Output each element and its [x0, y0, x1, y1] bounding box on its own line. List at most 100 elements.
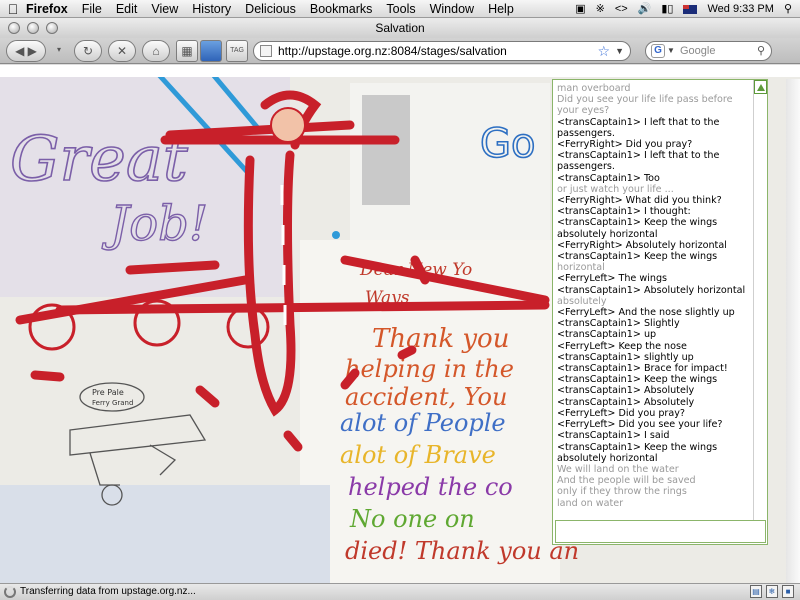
clock[interactable]: Wed 9:33 PM — [707, 0, 773, 18]
chat-line: <transCaptain1> Keep the wings — [557, 251, 718, 263]
chat-line: We will land on the water — [557, 463, 679, 475]
chat-line: <transCaptain1> up — [557, 329, 657, 341]
chat-line: <transCaptain1> I left that to the passe… — [557, 150, 720, 173]
url-text[interactable]: http://upstage.org.nz:8084/stages/salvat… — [278, 44, 507, 58]
chat-scrollbar[interactable] — [753, 80, 767, 520]
chat-line: <FerryLeft> Did you pray? — [557, 407, 686, 419]
drawing-text-no-one: No one on — [349, 505, 475, 533]
chat-line: or just watch your life ... — [557, 183, 674, 195]
reload-button[interactable]: ↻ — [74, 40, 102, 62]
close-window-button[interactable] — [8, 22, 20, 34]
google-search-engine-icon[interactable]: G — [651, 44, 665, 58]
chat-input[interactable] — [556, 521, 765, 542]
menu-delicious[interactable]: Delicious — [245, 2, 296, 16]
page-scrollbar[interactable] — [786, 79, 800, 583]
bookmark-sidebar-icon[interactable]: ▦ — [176, 40, 198, 62]
blue-dot — [332, 231, 340, 239]
spotlight-icon[interactable]: ⚲ — [784, 0, 792, 18]
chat-line: absolutely — [557, 295, 607, 307]
menu-app-name[interactable]: Firefox — [26, 2, 68, 16]
addon-icon[interactable]: ■ — [782, 585, 794, 598]
drawing-text-accident: accident, You — [345, 383, 507, 411]
menu-tools[interactable]: Tools — [386, 2, 415, 16]
navigation-toolbar: ◀ ▶ ▾ ↻ ✕ ⌂ ▦ TAG http://upstage.org.nz:… — [0, 38, 800, 64]
chat-line: <transCaptain1> Too — [557, 172, 660, 184]
menu-window[interactable]: Window — [430, 2, 474, 16]
url-bar[interactable]: http://upstage.org.nz:8084/stages/salvat… — [253, 41, 631, 61]
chat-line: <transCaptain1> Brace for impact! — [557, 363, 728, 375]
bluetooth-icon[interactable]: ※ — [596, 0, 605, 18]
window-titlebar: Salvation — [0, 18, 800, 38]
drawing-text-alot-people: alot of People — [340, 409, 506, 437]
keyboard-flag-icon[interactable] — [683, 4, 698, 14]
page-top-strip — [0, 65, 800, 77]
drawing-text-go: Go — [480, 121, 535, 167]
chat-line: horizontal — [557, 262, 605, 274]
menu-file[interactable]: File — [82, 2, 102, 16]
drawing-text-helped: helped the co — [348, 473, 513, 501]
status-icons: ▤ ❄ ■ — [750, 585, 794, 598]
chat-line: <FerryRight> Absolutely horizontal — [557, 239, 727, 251]
chat-input-box[interactable] — [555, 520, 766, 543]
back-button[interactable]: ◀ ▶ — [6, 40, 46, 62]
apple-menu-icon[interactable]:  — [0, 0, 26, 18]
battery-icon[interactable]: ▮▯ — [661, 0, 673, 18]
chat-panel: man overboard Did you see your life life … — [552, 79, 768, 545]
drawing-text-alot-brave: alot of Brave — [340, 441, 496, 469]
volume-icon[interactable]: 🔊 — [638, 0, 652, 18]
menu-bookmarks[interactable]: Bookmarks — [310, 2, 373, 16]
home-button[interactable]: ⌂ — [142, 40, 170, 62]
page-icon — [260, 45, 272, 57]
chat-line: <transCaptain1> Absolutely horizontal — [557, 284, 746, 296]
chat-line: <FerryLeft> And the nose slightly up — [557, 307, 735, 319]
chat-line: <transCaptain1> I thought: — [557, 206, 691, 218]
sketch-sign-text: Pre Pale — [92, 388, 124, 397]
stop-button[interactable]: ✕ — [108, 40, 136, 62]
chat-line: <FerryRight> What did you think? — [557, 195, 722, 207]
chat-line: man overboard — [557, 83, 631, 94]
menu-extras: ▣ ※ <> 🔊 ▮▯ Wed 9:33 PM ⚲ — [575, 0, 792, 18]
backdrop-blue-paper — [0, 485, 330, 583]
chat-line: <FerryLeft> Keep the nose — [557, 340, 687, 352]
search-placeholder[interactable]: Google — [680, 45, 715, 57]
tag-icon[interactable]: TAG — [226, 40, 248, 62]
menu-view[interactable]: View — [151, 2, 178, 16]
history-dropdown-icon[interactable]: ▾ — [54, 40, 64, 62]
bookmark-star-icon[interactable]: ☆ — [597, 42, 610, 60]
search-engine-dropdown-icon[interactable]: ▼ — [667, 42, 675, 60]
minimize-window-button[interactable] — [27, 22, 39, 34]
status-bar: Transferring data from upstage.org.nz...… — [0, 583, 800, 600]
chat-line: <transCaptain1> Absolutely — [557, 385, 695, 397]
window-title: Salvation — [375, 21, 425, 35]
menu-history[interactable]: History — [192, 2, 231, 16]
delicious-icon[interactable] — [200, 40, 222, 62]
zoom-window-button[interactable] — [46, 22, 58, 34]
chat-log: man overboard Did you see your life life … — [557, 83, 755, 519]
chat-line: land on water — [557, 497, 624, 509]
url-dropdown-icon[interactable]: ▼ — [615, 42, 624, 60]
sketch-sign-text-2: Ferry Grand — [92, 399, 133, 407]
chat-scroll-up-button[interactable] — [754, 80, 767, 94]
menu-edit[interactable]: Edit — [116, 2, 138, 16]
code-icon[interactable]: <> — [615, 0, 628, 18]
chat-line: <transCaptain1> Slightly — [557, 318, 680, 330]
chat-line: <transCaptain1> Absolutely — [557, 396, 695, 408]
drawing-text-died: died! Thank you an — [345, 537, 579, 565]
chat-line: <FerryRight> Did you pray? — [557, 139, 693, 151]
menu-help[interactable]: Help — [488, 2, 514, 16]
search-icon[interactable]: ⚲ — [757, 42, 765, 60]
menu-bar:  Firefox File Edit View History Delicio… — [0, 0, 800, 18]
chat-line: <FerryLeft> The wings — [557, 273, 668, 285]
drawing-text-helping: helping in the — [345, 355, 514, 383]
chat-line: <transCaptain1> Keep the wings absolutel… — [557, 217, 718, 240]
chat-line: <transCaptain1> I said — [557, 430, 670, 442]
chat-line: only if they throw the rings — [557, 486, 687, 498]
page-info-icon[interactable]: ▤ — [750, 585, 762, 598]
snowflake-icon[interactable]: ❄ — [766, 585, 778, 598]
chat-line: <transCaptain1> I left that to the passe… — [557, 116, 720, 139]
chat-line: <FerryLeft> Did you see your life? — [557, 419, 723, 431]
chat-line: <transCaptain1> slightly up — [557, 351, 694, 363]
display-icon[interactable]: ▣ — [575, 0, 585, 18]
search-box[interactable]: G ▼ Google ⚲ — [645, 41, 772, 61]
drawing-text-thank-you: Thank you — [372, 324, 509, 354]
